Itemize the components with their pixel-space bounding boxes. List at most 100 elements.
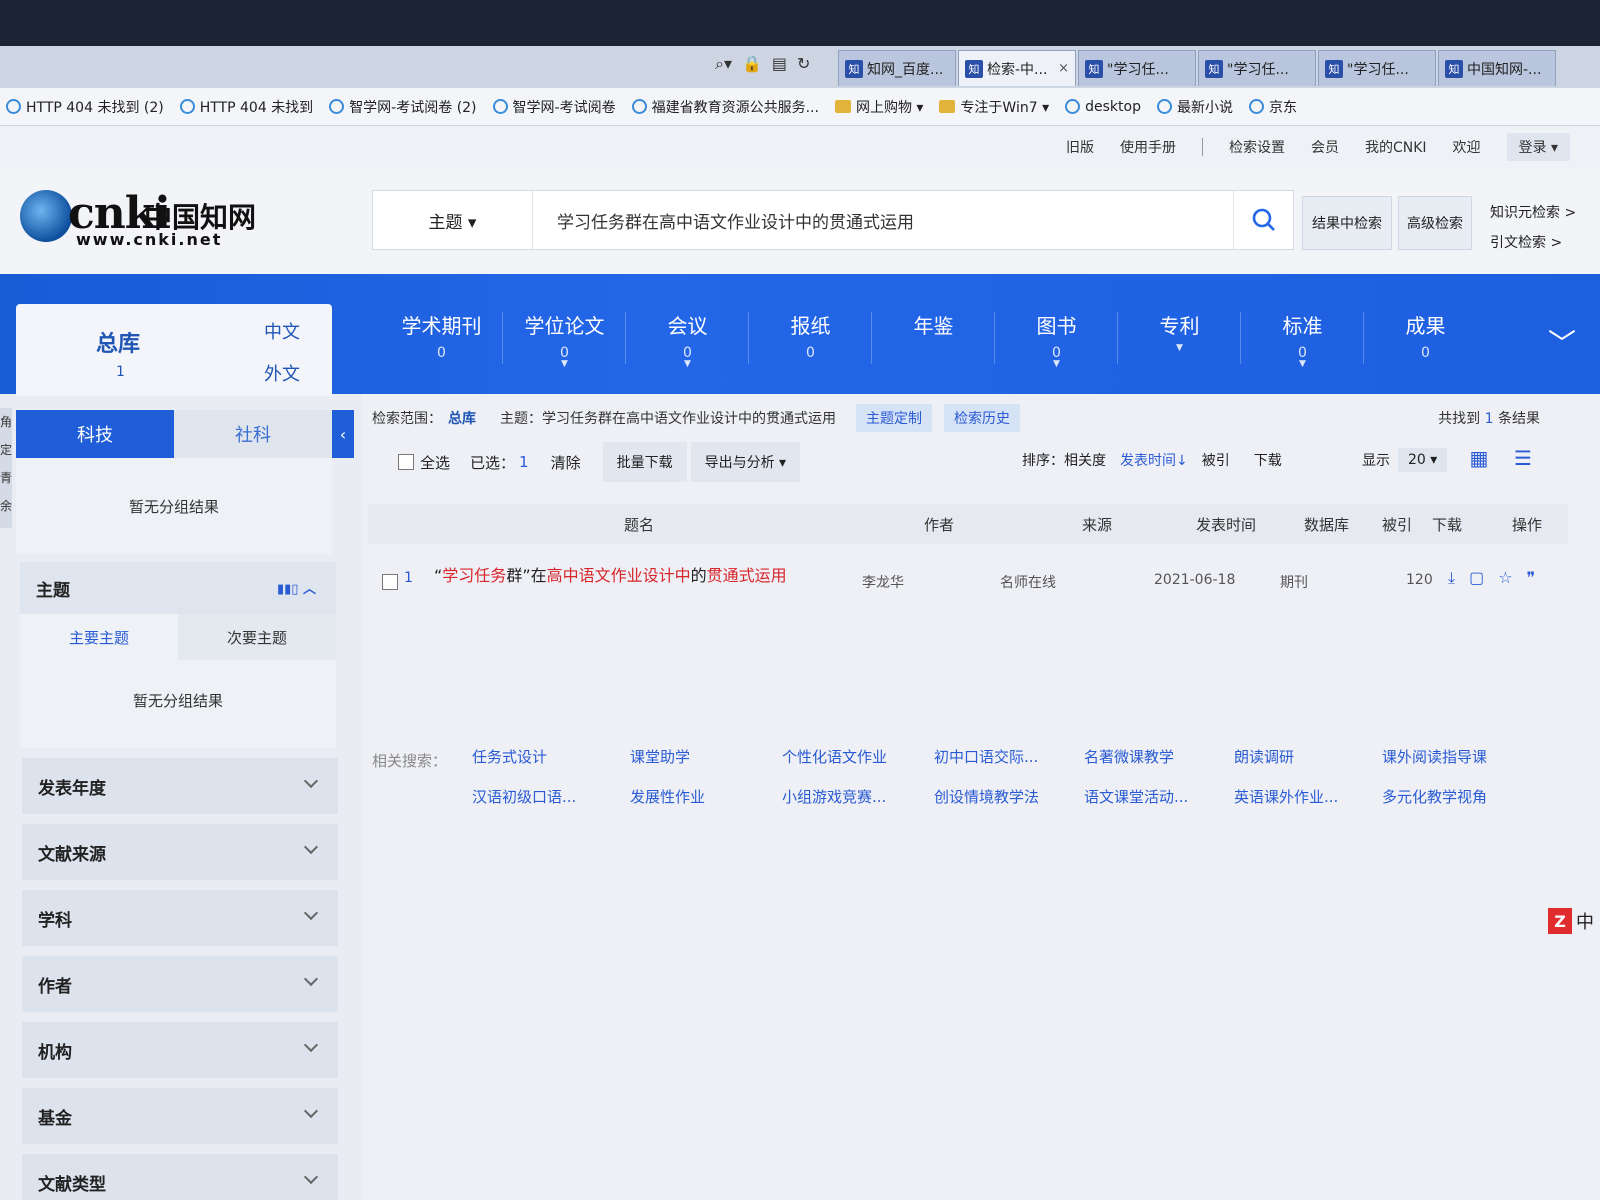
- z-badge-icon[interactable]: Z: [1548, 908, 1572, 934]
- nav-item-7[interactable]: 标准 0 ▼: [1241, 310, 1364, 369]
- manual-link[interactable]: 使用手册: [1120, 137, 1176, 157]
- facet-3[interactable]: 作者: [22, 956, 338, 1012]
- nav-item-3[interactable]: 报纸 0: [749, 310, 872, 369]
- related-search-link[interactable]: 个性化语文作业: [782, 746, 887, 767]
- corner-text[interactable]: 中: [1576, 908, 1594, 934]
- close-icon[interactable]: ×: [1058, 61, 1069, 76]
- facet-4[interactable]: 机构: [22, 1022, 338, 1078]
- browser-tab[interactable]: 知检索-中... ×: [958, 50, 1076, 86]
- related-search-link[interactable]: 课外阅读指导课: [1382, 746, 1487, 767]
- favorite-item[interactable]: 福建省教育资源公共服务...: [631, 97, 819, 117]
- favorite-item[interactable]: desktop: [1065, 99, 1141, 115]
- nav-item-5[interactable]: 图书 0 ▼: [995, 310, 1118, 369]
- row-title-link[interactable]: “学习任务群”在高中语文作业设计中的贯通式运用: [434, 562, 854, 590]
- search-field-select[interactable]: 主题 ▾: [373, 191, 533, 249]
- related-search-link[interactable]: 多元化教学视角: [1382, 786, 1487, 807]
- sort-date[interactable]: 发表时间↓: [1120, 450, 1188, 470]
- chart-icon[interactable]: ▮▮▯ ︿: [277, 578, 316, 597]
- facet-6[interactable]: 文献类型: [22, 1154, 338, 1200]
- search-within-results-button[interactable]: 结果中检索: [1302, 196, 1392, 250]
- sort-download[interactable]: 下载: [1254, 450, 1282, 470]
- member-link[interactable]: 会员: [1311, 137, 1339, 157]
- chevron-down-icon[interactable]: ﹀: [1548, 322, 1576, 362]
- login-button[interactable]: 登录 ▾: [1506, 133, 1570, 161]
- browser-tab[interactable]: 知 "学习任...: [1078, 50, 1196, 86]
- nav-item-2[interactable]: 会议 0 ▼: [626, 310, 749, 369]
- browser-tab[interactable]: 知 "学习任...: [1198, 50, 1316, 86]
- old-version-link[interactable]: 旧版: [1066, 137, 1094, 157]
- compat-icon[interactable]: ▤: [772, 54, 787, 74]
- refresh-icon[interactable]: ↻: [797, 54, 810, 74]
- search-settings-link[interactable]: 检索设置: [1229, 137, 1285, 157]
- related-search-link[interactable]: 课堂助学: [630, 746, 690, 767]
- nav-item-4[interactable]: 年鉴: [872, 310, 995, 369]
- row-checkbox[interactable]: [382, 574, 398, 590]
- row-source[interactable]: 名师在线: [1000, 572, 1056, 592]
- topic-custom-button[interactable]: 主题定制: [856, 404, 932, 432]
- table-row[interactable]: 1 “学习任务群”在高中语文作业设计中的贯通式运用 李龙华 名师在线 2021-06-1…: [368, 544, 1568, 620]
- download-icon[interactable]: ⤓: [1448, 568, 1455, 588]
- browser-tab[interactable]: 知中国知网-...: [1438, 50, 1556, 86]
- batch-download-button[interactable]: 批量下载: [602, 442, 687, 482]
- favorite-item[interactable]: 专注于Win7 ▾: [939, 97, 1049, 117]
- related-search-link[interactable]: 任务式设计: [472, 746, 547, 767]
- related-search-link[interactable]: 创设情境教学法: [934, 786, 1039, 807]
- cnki-logo[interactable]: cnki 中国知网 www.cnki.net: [20, 188, 260, 252]
- tab-social[interactable]: 社科: [174, 410, 332, 458]
- nav-item-6[interactable]: 专利 ▼: [1118, 310, 1241, 369]
- my-cnki-link[interactable]: 我的CNKI: [1365, 137, 1427, 157]
- browser-tab[interactable]: 知知网_百度...: [838, 50, 956, 86]
- favorite-item[interactable]: 最新小说: [1156, 97, 1233, 117]
- favorite-item[interactable]: HTTP 404 未找到 (2): [6, 97, 164, 117]
- favorite-item[interactable]: 智学网-考试阅卷 (2): [329, 97, 477, 117]
- favorite-star-icon[interactable]: ☆: [1498, 568, 1512, 588]
- facet-1[interactable]: 文献来源: [22, 824, 338, 880]
- citation-search-link[interactable]: 引文检索 >: [1490, 228, 1576, 258]
- page-size-select[interactable]: 20 ▾: [1398, 448, 1448, 472]
- favorite-item[interactable]: HTTP 404 未找到: [179, 97, 313, 117]
- related-search-link[interactable]: 汉语初级口语...: [472, 786, 576, 807]
- related-search-link[interactable]: 英语课外作业...: [1234, 786, 1338, 807]
- topic-facet-header[interactable]: 主题 ▮▮▯ ︿: [20, 562, 336, 614]
- facet-0[interactable]: 发表年度: [22, 758, 338, 814]
- related-search-link[interactable]: 小组游戏竞赛...: [782, 786, 886, 807]
- related-search-link[interactable]: 初中口语交际...: [934, 746, 1038, 767]
- select-all-checkbox[interactable]: [398, 454, 414, 470]
- scope-value[interactable]: 总库: [448, 408, 476, 428]
- tab-zongku[interactable]: 总库 1 中文 外文: [16, 304, 332, 396]
- related-search-link[interactable]: 朗读调研: [1234, 746, 1294, 767]
- tab-sci[interactable]: 科技: [16, 410, 174, 466]
- list-view-icon[interactable]: ☰: [1510, 446, 1536, 472]
- select-all-label[interactable]: 全选: [420, 452, 450, 473]
- search-input[interactable]: [533, 191, 1233, 249]
- knowledge-search-link[interactable]: 知识元检索 >: [1490, 198, 1576, 228]
- nav-item-8[interactable]: 成果 0: [1364, 310, 1487, 369]
- advanced-search-button[interactable]: 高级检索: [1398, 196, 1472, 250]
- nav-item-1[interactable]: 学位论文 0 ▼: [503, 310, 626, 369]
- search-history-button[interactable]: 检索历史: [944, 404, 1020, 432]
- export-analysis-button[interactable]: 导出与分析 ▾: [690, 442, 801, 482]
- nav-item-0[interactable]: 学术期刊 0: [380, 310, 503, 369]
- search-icon[interactable]: ⌕▾: [715, 54, 732, 74]
- tab-main-topic[interactable]: 主要主题: [20, 614, 178, 660]
- row-author[interactable]: 李龙华: [862, 572, 904, 592]
- sort-relevance[interactable]: 排序：相关度: [1022, 450, 1106, 470]
- related-search-link[interactable]: 发展性作业: [630, 786, 705, 807]
- facet-2[interactable]: 学科: [22, 890, 338, 946]
- browser-tab[interactable]: 知 "学习任...: [1318, 50, 1436, 86]
- tab-secondary-topic[interactable]: 次要主题: [178, 614, 336, 660]
- grid-view-icon[interactable]: ▦: [1466, 446, 1492, 472]
- lang-chinese-link[interactable]: 中文: [264, 318, 300, 344]
- related-search-link[interactable]: 名著微课教学: [1084, 746, 1174, 767]
- collapse-sidebar-button[interactable]: ‹: [332, 410, 354, 458]
- clear-button[interactable]: 清除: [551, 452, 581, 473]
- quote-icon[interactable]: ❞: [1527, 568, 1536, 588]
- search-button[interactable]: [1233, 191, 1293, 249]
- related-search-link[interactable]: 语文课堂活动...: [1084, 786, 1188, 807]
- facet-5[interactable]: 基金: [22, 1088, 338, 1144]
- read-online-icon[interactable]: ▢: [1469, 568, 1484, 588]
- favorite-item[interactable]: 网上购物 ▾: [834, 97, 923, 117]
- favorite-item[interactable]: 智学网-考试阅卷: [492, 97, 616, 117]
- lang-foreign-link[interactable]: 外文: [264, 360, 300, 386]
- sort-cited[interactable]: 被引: [1202, 450, 1230, 470]
